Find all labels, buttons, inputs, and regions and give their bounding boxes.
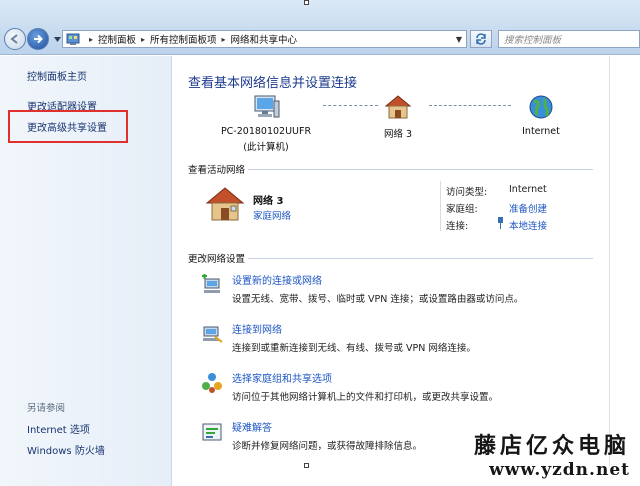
homegroup-icon (202, 373, 222, 393)
task-desc: 连接到或重新连接到无线、有线、拨号或 VPN 网络连接。 (232, 343, 476, 354)
computer-icon (254, 95, 280, 118)
vertical-divider (440, 181, 441, 231)
pane-edge (609, 56, 610, 466)
section-divider (248, 258, 593, 259)
sidebar-item-home[interactable]: 控制面板主页 (27, 68, 87, 83)
main-content: 查看基本网络信息并设置连接 PC-20180102UUFR (此计算机) 网络 … (173, 56, 640, 486)
address-dropdown-icon[interactable]: ▼ (456, 35, 462, 44)
map-computer-node: PC-20180102UUFR (此计算机) (211, 94, 321, 153)
highlight-annotation (8, 110, 128, 143)
access-type-value: Internet (509, 184, 547, 195)
network-adapter-icon (498, 217, 503, 229)
internet-map-label: Internet (522, 126, 560, 137)
active-networks-heading: 查看活动网络 (188, 165, 246, 176)
local-connection-link[interactable]: 本地连接 (509, 218, 547, 232)
arrow-right-icon (34, 34, 43, 44)
task-desc: 访问位于其他网络计算机上的文件和打印机，或更改共享设置。 (232, 392, 499, 403)
home-network-icon (205, 187, 245, 221)
network-map-label: 网络 3 (383, 129, 413, 140)
active-network-name: 网络 3 (253, 196, 284, 207)
task-desc: 设置无线、宽带、拨号、临时或 VPN 连接；或设置路由器或访问点。 (232, 294, 524, 305)
connect-network-icon (203, 326, 223, 343)
homegroup-label: 家庭组: (446, 204, 478, 215)
search-input[interactable]: 搜索控制面板 (498, 30, 640, 48)
computer-name: PC-20180102UUFR (220, 126, 312, 137)
address-bar[interactable]: ▸ 控制面板 ▸ 所有控制面板项 ▸ 网络和共享中心 ▼ (62, 30, 467, 48)
access-type-label: 访问类型: (446, 187, 488, 198)
map-network-node[interactable]: 网络 3 (371, 94, 425, 140)
breadcrumb-separator: ▸ (221, 34, 226, 44)
breadcrumb-all-items[interactable]: 所有控制面板项 (150, 32, 217, 46)
home-network-icon (384, 95, 412, 119)
address-toolbar: ▸ 控制面板 ▸ 所有控制面板项 ▸ 网络和共享中心 ▼ 搜索控制面板 (0, 0, 640, 55)
watermark: 藤店亿众电脑 www.yzdn.net (474, 428, 630, 480)
change-settings-heading: 更改网络设置 (188, 254, 246, 265)
task-link-homegroup[interactable]: 选择家庭组和共享选项 (232, 370, 332, 385)
task-link-troubleshoot[interactable]: 疑难解答 (232, 419, 272, 434)
connector-line (323, 105, 378, 106)
watermark-url: www.yzdn.net (489, 460, 630, 480)
selection-handle (304, 0, 309, 5)
task-desc: 诊断并修复网络问题，或获得故障排除信息。 (232, 441, 423, 452)
troubleshoot-icon (202, 423, 222, 441)
globe-icon (529, 95, 553, 119)
homegroup-link[interactable]: 准备创建 (509, 201, 547, 215)
connector-line (429, 105, 511, 106)
active-network-type-link[interactable]: 家庭网络 (253, 208, 291, 222)
breadcrumb-control-panel[interactable]: 控制面板 (98, 32, 136, 46)
task-link-connect[interactable]: 连接到网络 (232, 321, 282, 336)
refresh-icon (476, 33, 486, 45)
connection-label: 连接: (446, 221, 469, 232)
watermark-name: 藤店亿众电脑 (473, 433, 630, 459)
control-panel-icon (66, 33, 80, 45)
selection-handle (304, 463, 309, 468)
computer-sub: (此计算机) (243, 142, 289, 153)
search-placeholder: 搜索控制面板 (504, 35, 562, 46)
breadcrumb-separator: ▸ (88, 34, 93, 44)
breadcrumb-network-center[interactable]: 网络和共享中心 (231, 32, 298, 46)
arrow-left-icon (10, 34, 18, 44)
forward-button[interactable] (27, 28, 49, 50)
new-connection-icon (202, 274, 220, 293)
breadcrumb-separator: ▸ (141, 34, 146, 44)
refresh-button[interactable] (470, 30, 492, 48)
recent-pages-dropdown[interactable] (52, 33, 62, 45)
chevron-down-icon (53, 36, 61, 42)
sidebar-item-internet-options[interactable]: Internet 选项 (27, 421, 90, 436)
page-title: 查看基本网络信息并设置连接 (188, 76, 358, 91)
see-also-heading: 另请参阅 (27, 403, 66, 414)
task-link-setup-connection[interactable]: 设置新的连接或网络 (232, 272, 322, 287)
map-internet-node[interactable]: Internet (511, 94, 571, 137)
section-divider (248, 169, 593, 170)
sidebar-item-windows-firewall[interactable]: Windows 防火墙 (27, 442, 105, 457)
back-button[interactable] (4, 28, 26, 50)
